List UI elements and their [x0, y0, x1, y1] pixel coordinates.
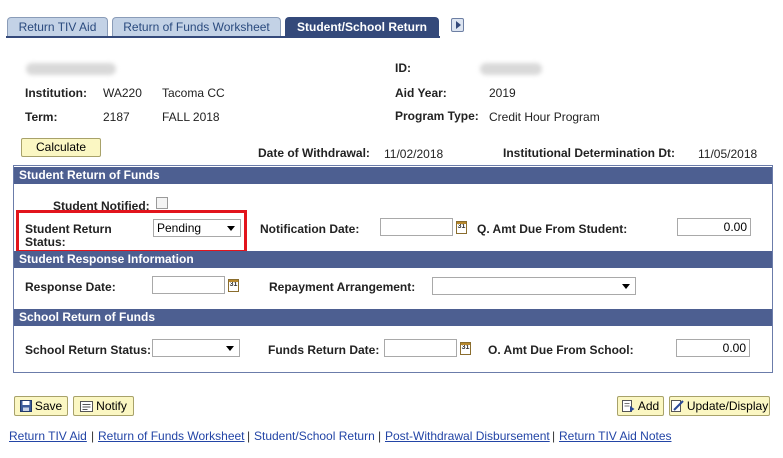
term-name: FALL 2018	[162, 110, 220, 124]
tab-return-of-funds-worksheet[interactable]: Return of Funds Worksheet	[112, 17, 281, 37]
amt-due-from-student-label: Q. Amt Due From Student:	[477, 222, 628, 236]
link-return-tiv-aid-notes[interactable]: Return TIV Aid Notes	[559, 429, 672, 443]
current-page-student-school-return: Student/School Return	[254, 429, 375, 443]
add-button[interactable]: Add	[617, 396, 664, 416]
withdrawal-date-value: 11/02/2018	[384, 147, 444, 161]
update-display-button[interactable]: Update/Display	[669, 396, 770, 416]
link-post-withdrawal-disbursement[interactable]: Post-Withdrawal Disbursement	[385, 429, 550, 443]
term-code: 2187	[103, 110, 130, 124]
link-separator: |	[247, 429, 251, 443]
save-icon	[19, 400, 32, 412]
institutional-determination-label: Institutional Determination Dt:	[503, 146, 675, 160]
response-date-label: Response Date:	[25, 280, 116, 294]
school-return-header: School Return of Funds	[14, 309, 772, 326]
id-label: ID:	[395, 61, 411, 75]
notification-date-label: Notification Date:	[260, 222, 360, 236]
notify-button[interactable]: Notify	[73, 396, 134, 416]
school-return-status-label: School Return Status:	[25, 343, 152, 357]
student-response-header: Student Response Information	[14, 251, 772, 268]
next-tab-arrow-icon[interactable]	[451, 18, 464, 32]
calendar-icon[interactable]: 31	[460, 342, 471, 355]
student-notified-checkbox[interactable]	[156, 197, 168, 209]
program-type-value: Credit Hour Program	[489, 110, 600, 124]
notify-icon	[80, 401, 94, 412]
amt-due-from-school-input[interactable]: 0.00	[676, 339, 750, 357]
student-return-header: Student Return of Funds	[14, 167, 772, 184]
repayment-arrangement-select[interactable]	[432, 277, 636, 295]
tab-underline	[6, 36, 440, 38]
add-label: Add	[637, 399, 660, 413]
save-label: Save	[34, 399, 63, 413]
link-separator: |	[91, 429, 95, 443]
tab-student-school-return[interactable]: Student/School Return	[285, 17, 439, 37]
update-display-icon	[670, 400, 684, 412]
highlight-box	[16, 210, 247, 253]
response-date-input[interactable]	[152, 276, 225, 294]
funds-return-date-label: Funds Return Date:	[268, 343, 380, 357]
notification-date-input[interactable]	[380, 218, 453, 236]
institutional-determination-value: 11/05/2018	[698, 147, 758, 161]
notify-label: Notify	[96, 399, 127, 413]
tab-return-tiv-aid[interactable]: Return TIV Aid	[7, 17, 108, 37]
funds-return-date-input[interactable]	[384, 339, 457, 357]
withdrawal-date-label: Date of Withdrawal:	[258, 146, 370, 160]
aid-year-value: 2019	[489, 86, 516, 100]
add-icon	[621, 400, 635, 412]
link-return-of-funds-worksheet[interactable]: Return of Funds Worksheet	[98, 429, 245, 443]
school-return-status-select[interactable]	[152, 339, 240, 357]
link-return-tiv-aid[interactable]: Return TIV Aid	[9, 429, 87, 443]
repayment-arrangement-label: Repayment Arrangement:	[269, 280, 416, 294]
link-separator: |	[552, 429, 556, 443]
dropdown-arrow-icon	[226, 346, 234, 351]
dropdown-arrow-icon	[622, 284, 630, 289]
calendar-icon[interactable]: 31	[228, 279, 239, 292]
institution-label: Institution:	[25, 86, 87, 100]
update-display-label: Update/Display	[686, 399, 769, 413]
institution-name: Tacoma CC	[162, 86, 225, 100]
student-id-redacted	[480, 63, 542, 75]
save-button[interactable]: Save	[14, 396, 68, 416]
institution-code: WA220	[103, 86, 142, 100]
calendar-icon[interactable]: 31	[456, 221, 467, 234]
term-label: Term:	[25, 110, 58, 124]
program-type-label: Program Type:	[395, 109, 479, 123]
amt-due-from-school-label: O. Amt Due From School:	[488, 343, 634, 357]
amt-due-from-student-input[interactable]: 0.00	[677, 218, 751, 236]
student-name-redacted	[26, 63, 116, 75]
calculate-button[interactable]: Calculate	[21, 138, 101, 157]
link-separator: |	[378, 429, 382, 443]
aid-year-label: Aid Year:	[395, 86, 447, 100]
